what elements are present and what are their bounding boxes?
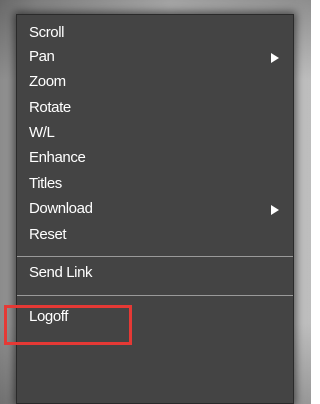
menu-item-reset-label: Reset [29,226,67,243]
menu-item-zoom[interactable]: Zoom [17,70,293,94]
menu-item-rotate[interactable]: Rotate [17,96,293,120]
menu-item-scroll-label: Scroll [29,24,65,41]
menu-item-download-label: Download [29,200,93,217]
menu-item-zoom-label: Zoom [29,73,66,90]
submenu-arrow-icon [271,205,279,215]
menu-item-send-link-label: Send Link [29,264,93,281]
menu-separator [17,256,293,257]
menu-item-wl[interactable]: W/L [17,121,293,145]
menu-separator [17,295,293,296]
menu-item-wl-label: W/L [29,124,55,141]
menu-item-pan-label: Pan [29,48,55,65]
send-link-highlight-box [4,305,132,345]
menu-item-scroll[interactable]: Scroll [17,21,293,45]
menu-item-enhance[interactable]: Enhance [17,146,293,170]
menu-item-rotate-label: Rotate [29,99,71,116]
context-menu: Scroll Pan Zoom Rotate W/L Enhance Title… [16,14,294,404]
submenu-arrow-icon [271,53,279,63]
menu-item-send-link[interactable]: Send Link [17,261,293,285]
menu-item-pan[interactable]: Pan [17,45,293,69]
menu-item-enhance-label: Enhance [29,149,86,166]
menu-item-titles-label: Titles [29,175,62,192]
menu-item-reset[interactable]: Reset [17,223,293,247]
menu-item-titles[interactable]: Titles [17,172,293,196]
menu-item-download[interactable]: Download [17,197,293,221]
